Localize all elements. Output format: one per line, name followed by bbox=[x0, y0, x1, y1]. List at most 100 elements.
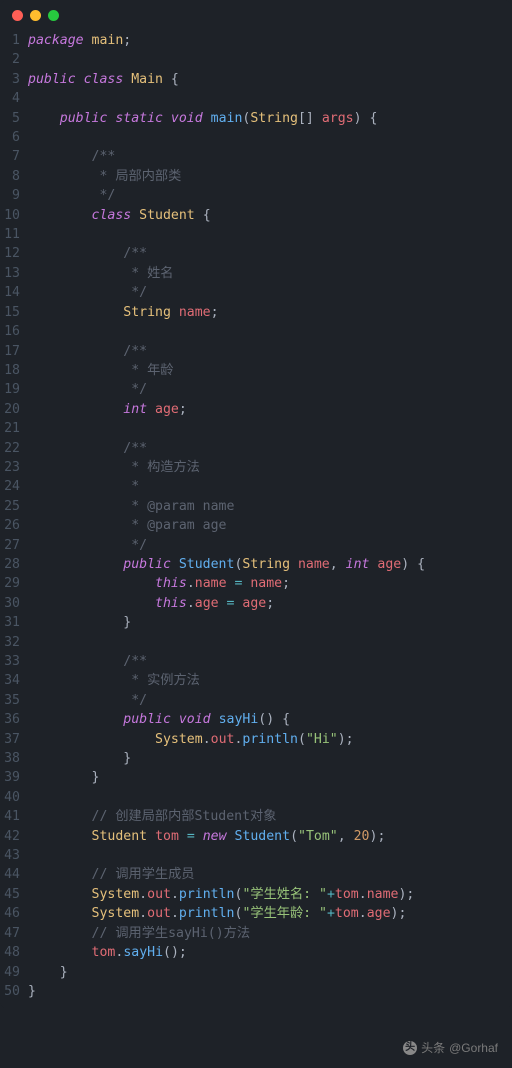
line-number: 24 bbox=[0, 477, 28, 496]
line-number: 20 bbox=[0, 400, 28, 419]
line-number: 3 bbox=[0, 70, 28, 89]
line-number: 1 bbox=[0, 31, 28, 50]
code-line: 32 bbox=[0, 633, 512, 652]
code-line: 47 // 调用学生sayHi()方法 bbox=[0, 924, 512, 943]
line-number: 7 bbox=[0, 147, 28, 166]
watermark-prefix: 头条 bbox=[421, 1039, 445, 1056]
code-line: 21 bbox=[0, 419, 512, 438]
line-number: 25 bbox=[0, 497, 28, 516]
line-number: 9 bbox=[0, 186, 28, 205]
code-content: } bbox=[28, 749, 131, 768]
minimize-dot-icon[interactable] bbox=[30, 10, 41, 21]
code-content: * 年龄 bbox=[28, 361, 173, 380]
code-editor[interactable]: 1package main;23public class Main {45 pu… bbox=[0, 27, 512, 1009]
code-content: public Student(String name, int age) { bbox=[28, 555, 425, 574]
line-number: 36 bbox=[0, 710, 28, 729]
code-line: 3public class Main { bbox=[0, 70, 512, 89]
code-content: System.out.println("学生姓名: "+tom.name); bbox=[28, 885, 414, 904]
window-titlebar bbox=[0, 0, 512, 27]
code-line: 49 } bbox=[0, 963, 512, 982]
code-line: 42 Student tom = new Student("Tom", 20); bbox=[0, 827, 512, 846]
code-line: 35 */ bbox=[0, 691, 512, 710]
line-number: 47 bbox=[0, 924, 28, 943]
code-content: /** bbox=[28, 439, 147, 458]
code-content: this.age = age; bbox=[28, 594, 274, 613]
code-line: 31 } bbox=[0, 613, 512, 632]
code-content: /** bbox=[28, 652, 147, 671]
code-line: 4 bbox=[0, 89, 512, 108]
code-content: * 构造方法 bbox=[28, 458, 200, 477]
code-line: 44 // 调用学生成员 bbox=[0, 865, 512, 884]
line-number: 44 bbox=[0, 865, 28, 884]
code-content: // 创建局部内部Student对象 bbox=[28, 807, 276, 826]
code-line: 26 * @param age bbox=[0, 516, 512, 535]
code-content: /** bbox=[28, 147, 115, 166]
watermark-icon: 头 bbox=[403, 1041, 417, 1055]
code-line: 39 } bbox=[0, 768, 512, 787]
code-content: } bbox=[28, 982, 36, 1001]
line-number: 43 bbox=[0, 846, 28, 865]
code-content: * @param age bbox=[28, 516, 227, 535]
line-number: 42 bbox=[0, 827, 28, 846]
code-content: */ bbox=[28, 536, 147, 555]
code-line: 40 bbox=[0, 788, 512, 807]
code-content: String name; bbox=[28, 303, 219, 322]
code-line: 16 bbox=[0, 322, 512, 341]
line-number: 38 bbox=[0, 749, 28, 768]
code-line: 7 /** bbox=[0, 147, 512, 166]
code-content: tom.sayHi(); bbox=[28, 943, 187, 962]
line-number: 11 bbox=[0, 225, 28, 244]
line-number: 6 bbox=[0, 128, 28, 147]
code-line: 20 int age; bbox=[0, 400, 512, 419]
line-number: 45 bbox=[0, 885, 28, 904]
line-number: 29 bbox=[0, 574, 28, 593]
code-content: System.out.println("Hi"); bbox=[28, 730, 354, 749]
code-content: Student tom = new Student("Tom", 20); bbox=[28, 827, 385, 846]
code-line: 22 /** bbox=[0, 439, 512, 458]
code-content: int age; bbox=[28, 400, 187, 419]
close-dot-icon[interactable] bbox=[12, 10, 23, 21]
code-line: 29 this.name = name; bbox=[0, 574, 512, 593]
line-number: 13 bbox=[0, 264, 28, 283]
code-line: 8 * 局部内部类 bbox=[0, 167, 512, 186]
code-content: package main; bbox=[28, 31, 131, 50]
line-number: 34 bbox=[0, 671, 28, 690]
line-number: 41 bbox=[0, 807, 28, 826]
watermark: 头 头条 @Gorhaf bbox=[403, 1039, 498, 1056]
code-line: 15 String name; bbox=[0, 303, 512, 322]
code-content: */ bbox=[28, 380, 147, 399]
line-number: 10 bbox=[0, 206, 28, 225]
code-content: * 局部内部类 bbox=[28, 167, 181, 186]
line-number: 49 bbox=[0, 963, 28, 982]
code-content: } bbox=[28, 613, 131, 632]
code-content: // 调用学生成员 bbox=[28, 865, 194, 884]
code-line: 50} bbox=[0, 982, 512, 1001]
code-content: public void sayHi() { bbox=[28, 710, 290, 729]
maximize-dot-icon[interactable] bbox=[48, 10, 59, 21]
line-number: 39 bbox=[0, 768, 28, 787]
code-line: 45 System.out.println("学生姓名: "+tom.name)… bbox=[0, 885, 512, 904]
code-line: 17 /** bbox=[0, 342, 512, 361]
code-content: public class Main { bbox=[28, 70, 179, 89]
code-line: 11 bbox=[0, 225, 512, 244]
code-content: * 姓名 bbox=[28, 264, 173, 283]
code-line: 33 /** bbox=[0, 652, 512, 671]
code-line: 38 } bbox=[0, 749, 512, 768]
line-number: 30 bbox=[0, 594, 28, 613]
code-content: * 实例方法 bbox=[28, 671, 200, 690]
line-number: 50 bbox=[0, 982, 28, 1001]
code-line: 48 tom.sayHi(); bbox=[0, 943, 512, 962]
code-line: 30 this.age = age; bbox=[0, 594, 512, 613]
code-line: 23 * 构造方法 bbox=[0, 458, 512, 477]
code-content: /** bbox=[28, 244, 147, 263]
code-line: 9 */ bbox=[0, 186, 512, 205]
code-content: public static void main(String[] args) { bbox=[28, 109, 377, 128]
code-line: 5 public static void main(String[] args)… bbox=[0, 109, 512, 128]
line-number: 35 bbox=[0, 691, 28, 710]
line-number: 21 bbox=[0, 419, 28, 438]
code-line: 13 * 姓名 bbox=[0, 264, 512, 283]
code-content: /** bbox=[28, 342, 147, 361]
code-window: 1package main;23public class Main {45 pu… bbox=[0, 0, 512, 1009]
line-number: 23 bbox=[0, 458, 28, 477]
code-content: * bbox=[28, 477, 139, 496]
